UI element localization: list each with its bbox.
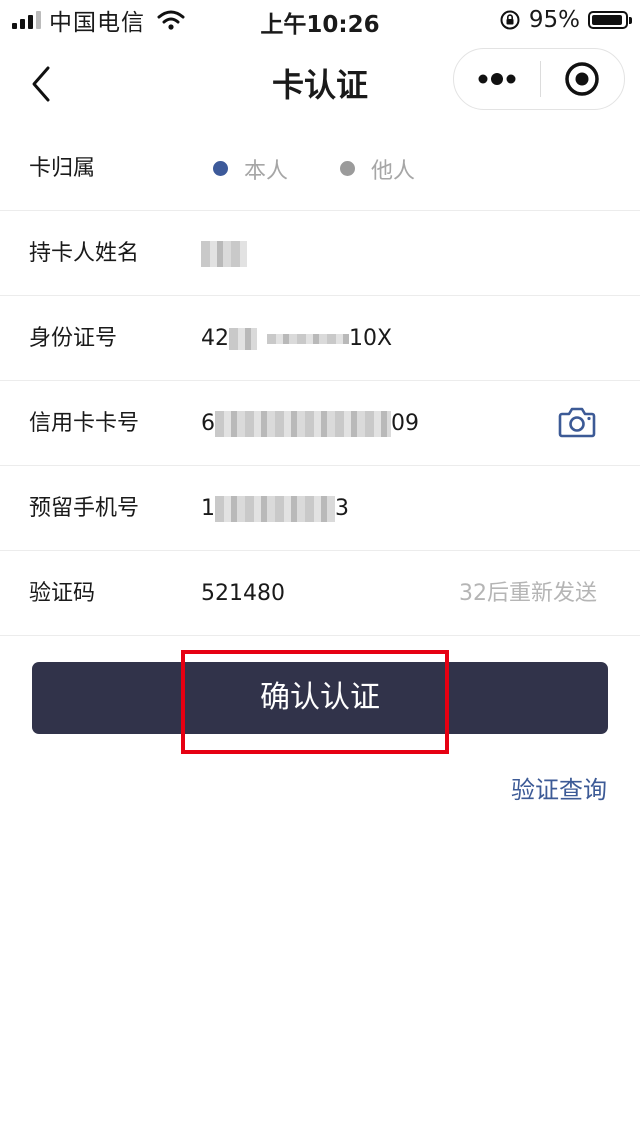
card-owner-label: 卡归属: [29, 156, 96, 181]
card-number-prefix: 6: [201, 411, 215, 436]
radio-other[interactable]: 他人: [340, 126, 415, 211]
battery-percent: 95%: [528, 7, 580, 33]
redacted-name: [201, 241, 247, 267]
more-dots-icon: [478, 73, 516, 85]
close-button[interactable]: [541, 49, 625, 109]
radio-dot-selected: [213, 161, 228, 176]
verify-code-row: 验证码 521480 32后重新发送: [0, 551, 640, 636]
verify-query-link[interactable]: 验证查询: [511, 770, 607, 805]
more-button[interactable]: [454, 49, 540, 109]
phone-field[interactable]: 13: [201, 466, 349, 551]
card-number-label: 信用卡卡号: [29, 411, 140, 436]
status-right: 95%: [499, 6, 632, 34]
card-number-field[interactable]: 6 09: [201, 381, 419, 466]
menu-capsule: [453, 48, 625, 110]
id-number-label: 身份证号: [29, 326, 118, 351]
id-number-row: 身份证号 42 10X: [0, 296, 640, 381]
radio-dot-unselected: [340, 161, 355, 176]
redacted-id-part: [267, 334, 349, 344]
card-auth-form: 卡归属 本人 他人 持卡人姓名 身份证号 42 10X 信用卡卡号 6 09 预…: [0, 126, 640, 636]
phone-suffix: 3: [335, 496, 349, 521]
holder-name-row: 持卡人姓名: [0, 211, 640, 296]
card-owner-row: 卡归属 本人 他人: [0, 126, 640, 211]
phone-row: 预留手机号 13: [0, 466, 640, 551]
verify-code-input[interactable]: 521480: [201, 551, 285, 636]
phone-label: 预留手机号: [29, 496, 140, 521]
card-number-row: 信用卡卡号 6 09: [0, 381, 640, 466]
radio-self-label: 本人: [244, 158, 289, 184]
battery-fill: [592, 15, 623, 25]
status-bar: 中国电信 上午10:26 95%: [0, 0, 640, 40]
redacted-id-part: [229, 328, 257, 350]
nav-bar: 卡认证: [0, 40, 640, 126]
holder-name-field[interactable]: [201, 211, 247, 296]
id-number-suffix: 10X: [349, 326, 393, 351]
radio-other-label: 他人: [371, 158, 416, 184]
redacted-card-number: [215, 411, 391, 437]
camera-icon[interactable]: [558, 405, 596, 439]
phone-prefix: 1: [201, 496, 215, 521]
confirm-auth-button[interactable]: 确认认证: [32, 662, 608, 734]
id-number-field[interactable]: 42 10X: [201, 296, 392, 381]
target-circle-icon: [565, 62, 599, 96]
id-number-prefix: 42: [201, 326, 229, 351]
verify-code-label: 验证码: [29, 581, 96, 606]
radio-self[interactable]: 本人: [213, 126, 288, 211]
resend-code-button[interactable]: 32后重新发送: [459, 551, 597, 636]
holder-name-label: 持卡人姓名: [29, 241, 140, 266]
card-number-suffix: 09: [391, 411, 419, 436]
redacted-phone: [215, 496, 335, 522]
rotation-lock-icon: [500, 10, 520, 30]
battery-icon: [588, 11, 632, 29]
